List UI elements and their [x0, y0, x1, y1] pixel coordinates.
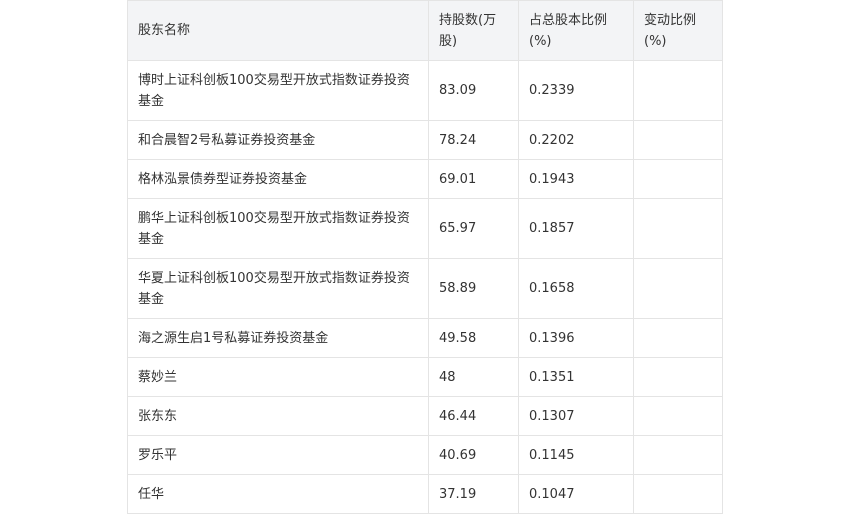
cell-change — [633, 435, 723, 475]
cell-shareholder-name: 格林泓景债券型证券投资基金 — [127, 159, 429, 199]
table-row: 任华 37.19 0.1047 — [127, 474, 723, 514]
cell-change — [633, 474, 723, 514]
cell-ratio: 0.1047 — [518, 474, 634, 514]
cell-ratio: 0.1145 — [518, 435, 634, 475]
cell-ratio: 0.1307 — [518, 396, 634, 436]
cell-change — [633, 318, 723, 358]
cell-shares: 46.44 — [428, 396, 519, 436]
cell-shares: 58.89 — [428, 258, 519, 319]
cell-ratio: 0.2339 — [518, 60, 634, 121]
cell-shares: 48 — [428, 357, 519, 397]
cell-change — [633, 357, 723, 397]
cell-shares: 37.19 — [428, 474, 519, 514]
shareholder-table: 股东名称 持股数(万股) 占总股本比例(%) 变动比例(%) 博时上证科创板10… — [127, 0, 723, 514]
cell-shareholder-name: 和合晨智2号私募证券投资基金 — [127, 120, 429, 160]
cell-ratio: 0.1943 — [518, 159, 634, 199]
cell-change — [633, 120, 723, 160]
cell-change — [633, 159, 723, 199]
header-ratio: 占总股本比例(%) — [518, 0, 634, 61]
cell-shares: 69.01 — [428, 159, 519, 199]
table-row: 鹏华上证科创板100交易型开放式指数证券投资基金 65.97 0.1857 — [127, 198, 723, 259]
cell-change — [633, 198, 723, 259]
cell-change — [633, 258, 723, 319]
cell-shareholder-name: 蔡妙兰 — [127, 357, 429, 397]
table-body: 博时上证科创板100交易型开放式指数证券投资基金 83.09 0.2339 和合… — [127, 60, 723, 514]
header-row: 股东名称 持股数(万股) 占总股本比例(%) 变动比例(%) — [127, 0, 723, 61]
table-row: 罗乐平 40.69 0.1145 — [127, 435, 723, 475]
cell-ratio: 0.1658 — [518, 258, 634, 319]
cell-shareholder-name: 鹏华上证科创板100交易型开放式指数证券投资基金 — [127, 198, 429, 259]
cell-change — [633, 60, 723, 121]
cell-shareholder-name: 博时上证科创板100交易型开放式指数证券投资基金 — [127, 60, 429, 121]
table-header: 股东名称 持股数(万股) 占总股本比例(%) 变动比例(%) — [127, 0, 723, 61]
cell-ratio: 0.1857 — [518, 198, 634, 259]
cell-shareholder-name: 罗乐平 — [127, 435, 429, 475]
table-row: 和合晨智2号私募证券投资基金 78.24 0.2202 — [127, 120, 723, 160]
table-row: 蔡妙兰 48 0.1351 — [127, 357, 723, 397]
cell-shareholder-name: 海之源生启1号私募证券投资基金 — [127, 318, 429, 358]
table-row: 华夏上证科创板100交易型开放式指数证券投资基金 58.89 0.1658 — [127, 258, 723, 319]
cell-change — [633, 396, 723, 436]
header-shares: 持股数(万股) — [428, 0, 519, 61]
cell-shareholder-name: 华夏上证科创板100交易型开放式指数证券投资基金 — [127, 258, 429, 319]
cell-shareholder-name: 任华 — [127, 474, 429, 514]
cell-shares: 83.09 — [428, 60, 519, 121]
cell-ratio: 0.2202 — [518, 120, 634, 160]
table-row: 海之源生启1号私募证券投资基金 49.58 0.1396 — [127, 318, 723, 358]
cell-shares: 40.69 — [428, 435, 519, 475]
table-row: 博时上证科创板100交易型开放式指数证券投资基金 83.09 0.2339 — [127, 60, 723, 121]
cell-shareholder-name: 张东东 — [127, 396, 429, 436]
table-row: 格林泓景债券型证券投资基金 69.01 0.1943 — [127, 159, 723, 199]
cell-shares: 78.24 — [428, 120, 519, 160]
header-shareholder-name: 股东名称 — [127, 0, 429, 61]
header-change: 变动比例(%) — [633, 0, 723, 61]
cell-shares: 49.58 — [428, 318, 519, 358]
shareholder-table-container: 股东名称 持股数(万股) 占总股本比例(%) 变动比例(%) 博时上证科创板10… — [127, 0, 723, 514]
cell-ratio: 0.1396 — [518, 318, 634, 358]
cell-shares: 65.97 — [428, 198, 519, 259]
table-row: 张东东 46.44 0.1307 — [127, 396, 723, 436]
cell-ratio: 0.1351 — [518, 357, 634, 397]
